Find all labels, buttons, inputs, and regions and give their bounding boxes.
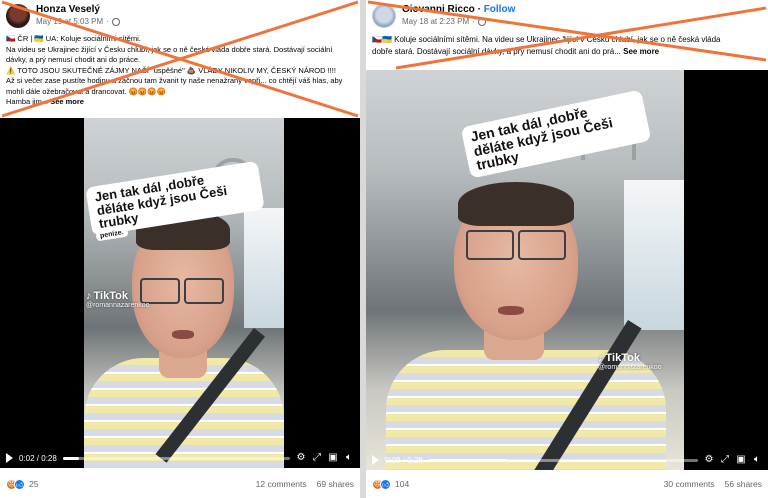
tiktok-icon: ♪ [86,290,92,302]
volume-icon[interactable]: 🔈︎ [344,453,354,463]
shares-count[interactable]: 56 shares [725,479,762,489]
post-text-line: dávky, a prý nemusí chodit ani do práce. [6,55,141,64]
post-text-line: mohli dále ožebračovat a drancovat. 😡😡😡😡 [6,86,166,96]
mouth [498,306,524,315]
car-window [624,180,684,330]
play-icon[interactable] [6,453,13,463]
post-header: Honza Veselý May 19 at 5:03 PM · [6,4,120,32]
video-frame: Jen tak dál ,dobře děláte když jsou Češi… [84,118,284,468]
video-player[interactable]: Jen tak dál ,dobře děláte když jsou Češi… [0,118,360,468]
post-footer: 😠︎ 👍︎ 104 30 comments 56 shares [366,470,768,498]
reaction-count: 104 [395,479,410,489]
post-text-prefix: Hamba jim... [6,97,49,106]
post-text-prefix: dobře stará. Dostávají sociální dávky, a… [372,46,621,56]
like-reaction-icon: 👍︎ [380,478,391,490]
post-text: 🇨🇿 ČR | 🇺🇦 UA: Koluje sociálními sítěmi.… [6,34,354,108]
progress-fill [62,456,79,460]
progress-bar[interactable] [62,456,290,460]
timestamp[interactable]: May 18 at 2:23 PM [402,17,469,26]
mouth [172,330,194,339]
reaction-count: 25 [29,479,39,489]
glasses [466,230,566,260]
glasses [140,278,224,304]
post-text-line: 🇨🇿🇺🇦 Koluje sociálními sítěmi. Na videu … [372,35,721,44]
tiktok-brand: TikTok [93,290,128,302]
video-time: 0:02 / 0:28 [19,453,57,463]
post-text-line: Až si večer zase pustíte hodinu a začnou… [6,76,343,85]
post-text-line: Na videu se Ukrajinec žijící v Česku chl… [6,44,333,54]
shares-count[interactable]: 69 shares [317,479,354,489]
post-text-line: Hamba jim... See more [6,97,354,108]
right-post: Giovanni Ricco · Follow May 18 at 2:23 P… [366,0,768,498]
progress-fill [428,458,507,462]
video-controls: 0:08 / 0:28 ⚙ ⤢ ▣ 🔈︎ [366,450,768,470]
see-more-link[interactable]: See more [623,47,659,56]
video-controls: 0:02 / 0:28 ⚙ ⤢ ▣ 🔈︎ [0,448,360,468]
timestamp[interactable]: May 19 at 5:03 PM [36,17,103,26]
see-more-link[interactable]: See more [50,97,84,106]
left-post: Honza Veselý May 19 at 5:03 PM · 🇨🇿 ČR |… [0,0,360,498]
reactions[interactable]: 😠︎ 👍︎ 104 [372,478,410,490]
video-frame: Jen tak dál ,dobře děláte když jsou Češi… [366,70,684,470]
avatar[interactable] [372,4,396,28]
gear-icon[interactable]: ⚙ [296,453,306,463]
post-text-line: dobře stará. Dostávají sociální dávky, a… [372,46,762,58]
timestamp-row: May 19 at 5:03 PM · [36,17,120,26]
play-icon[interactable] [372,455,379,465]
post-text: 🇨🇿🇺🇦 Koluje sociálními sítěmi. Na videu … [372,34,762,57]
reactions[interactable]: 😠︎ 👍︎ 25 [6,478,39,490]
gear-icon[interactable]: ⚙ [704,455,714,465]
tiktok-brand: TikTok [605,352,640,364]
post-footer: 😠︎ 👍︎ 25 12 comments 69 shares [0,470,360,498]
globe-icon [111,17,120,26]
video-caption: Jen tak dál ,dobře děláte když jsou Češi… [462,91,650,177]
tiktok-handle: @romannazarenkoo [598,364,662,371]
comments-count[interactable]: 12 comments [256,479,307,489]
volume-icon[interactable]: 🔈︎ [752,455,762,465]
picture-in-picture-icon[interactable]: ▣ [328,453,338,463]
comments-count[interactable]: 30 comments [664,479,715,489]
video-time: 0:08 / 0:28 [385,455,423,465]
picture-in-picture-icon[interactable]: ▣ [736,455,746,465]
post-text-line: 🇨🇿 ČR | 🇺🇦 UA: Koluje sociálními sítěmi. [6,34,141,43]
avatar[interactable] [6,4,30,28]
tiktok-watermark: ♪ TikTok @romannazarenkoo [86,290,150,309]
tiktok-watermark: ♪ TikTok @romannazarenkoo [598,352,662,371]
progress-bar[interactable] [428,458,698,462]
timestamp-row: May 18 at 2:23 PM · [402,17,515,26]
post-text-line: ⚠️ TOTO JSOU SKUTEČNÉ ZÁJMY NAŠÍ "úspěšn… [6,65,336,75]
author-row: Giovanni Ricco · Follow [402,4,516,15]
like-reaction-icon: 👍︎ [14,478,25,490]
post-header: Giovanni Ricco · Follow May 18 at 2:23 P… [372,4,515,32]
author-name[interactable]: Giovanni Ricco [402,4,475,15]
fullscreen-icon[interactable]: ⤢ [720,455,730,465]
author-name[interactable]: Honza Veselý [36,4,120,15]
follow-button[interactable]: Follow [484,4,516,15]
tiktok-icon: ♪ [598,352,604,364]
video-player[interactable]: Jen tak dál ,dobře děláte když jsou Češi… [366,70,768,470]
fullscreen-icon[interactable]: ⤢ [312,453,322,463]
tiktok-handle: @romannazarenkoo [86,302,150,309]
car-window [244,208,284,328]
globe-icon [477,17,486,26]
hair [458,182,574,226]
